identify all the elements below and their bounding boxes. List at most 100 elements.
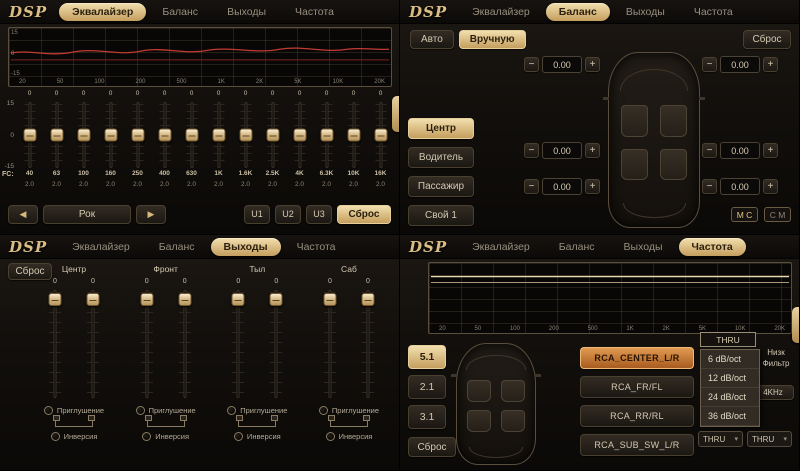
thru-select[interactable]: THRU ▾ (747, 431, 792, 447)
preset-next-button[interactable]: ▶ (136, 205, 166, 224)
decrease-button[interactable]: − (524, 179, 539, 194)
slider-handle[interactable] (104, 129, 117, 142)
slope-option[interactable]: 36 dB/oct (701, 407, 759, 426)
slider-handle[interactable] (320, 129, 333, 142)
level-slider[interactable] (360, 288, 376, 400)
band-slider[interactable] (313, 100, 340, 170)
level-slider[interactable] (177, 288, 193, 400)
preset-button[interactable]: Рок (43, 205, 131, 224)
tab[interactable]: Выходы (211, 238, 281, 256)
tab[interactable]: Баланс (546, 238, 608, 256)
increase-button[interactable]: + (585, 143, 600, 158)
inversion-toggle[interactable]: Инверсия (326, 430, 373, 443)
band-slider[interactable] (16, 100, 43, 170)
band-slider[interactable] (97, 100, 124, 170)
slider-handle[interactable] (87, 293, 100, 306)
slider-handle[interactable] (232, 293, 245, 306)
slider-handle[interactable] (49, 293, 62, 306)
slider-handle[interactable] (374, 129, 387, 142)
slider-handle[interactable] (323, 293, 336, 306)
decrease-button[interactable]: − (702, 57, 717, 72)
decrease-button[interactable]: − (702, 143, 717, 158)
inversion-toggle[interactable]: Инверсия (234, 430, 281, 443)
slope-option[interactable]: 12 dB/oct (701, 369, 759, 388)
slider-handle[interactable] (293, 129, 306, 142)
level-slider[interactable] (47, 288, 63, 400)
band-slider[interactable] (124, 100, 151, 170)
user-memory-button[interactable]: U2 (275, 205, 301, 224)
tab[interactable]: Частота (284, 238, 349, 256)
slider-handle[interactable] (77, 129, 90, 142)
slider-handle[interactable] (270, 293, 283, 306)
slider-handle[interactable] (50, 129, 63, 142)
increase-button[interactable]: + (585, 179, 600, 194)
slider-handle[interactable] (23, 129, 36, 142)
tab[interactable]: Эквалайзер (59, 238, 143, 256)
eq-reset-button[interactable]: Сброс (337, 205, 391, 224)
slider-handle[interactable] (131, 129, 144, 142)
channel-link-icon[interactable] (147, 419, 185, 427)
band-slider[interactable] (43, 100, 70, 170)
band-slider[interactable] (70, 100, 97, 170)
level-slider[interactable] (268, 288, 284, 400)
speaker-mode-button[interactable]: 2.1 (408, 375, 446, 399)
band-slider[interactable] (286, 100, 313, 170)
decrease-button[interactable]: − (702, 179, 717, 194)
band-slider[interactable] (367, 100, 394, 170)
level-slider[interactable] (85, 288, 101, 400)
band-slider[interactable] (259, 100, 286, 170)
user-memory-button[interactable]: U1 (244, 205, 270, 224)
slider-handle[interactable] (185, 129, 198, 142)
slope-dropdown-selected[interactable]: THRU (700, 332, 756, 347)
increase-button[interactable]: + (763, 143, 778, 158)
slider-handle[interactable] (361, 293, 374, 306)
tab[interactable]: Эквалайзер (59, 3, 146, 21)
band-slider[interactable] (232, 100, 259, 170)
rca-channel-button[interactable]: RCA_CENTER_L/R (580, 347, 694, 369)
channel-link-icon[interactable] (55, 419, 93, 427)
inversion-toggle[interactable]: Инверсия (51, 430, 98, 443)
tab[interactable]: Выходы (611, 238, 676, 256)
decrease-button[interactable]: − (524, 143, 539, 158)
band-slider[interactable] (340, 100, 367, 170)
tab[interactable]: Баланс (149, 3, 211, 21)
preset-prev-button[interactable]: ◀ (8, 205, 38, 224)
cm-toggle[interactable]: C M (764, 207, 791, 222)
drawer-handle[interactable] (792, 307, 800, 343)
band-slider[interactable] (151, 100, 178, 170)
increase-button[interactable]: + (763, 179, 778, 194)
level-slider[interactable] (139, 288, 155, 400)
slider-handle[interactable] (140, 293, 153, 306)
level-slider[interactable] (230, 288, 246, 400)
rca-channel-button[interactable]: RCA_SUB_SW_L/R (580, 434, 694, 456)
slider-handle[interactable] (347, 129, 360, 142)
level-slider[interactable] (322, 288, 338, 400)
tab[interactable]: Эквалайзер (459, 238, 543, 256)
speaker-mode-button[interactable]: 3.1 (408, 405, 446, 429)
tab[interactable]: Баланс (146, 238, 208, 256)
slider-handle[interactable] (212, 129, 225, 142)
channel-link-icon[interactable] (238, 419, 276, 427)
slider-handle[interactable] (239, 129, 252, 142)
slider-handle[interactable] (178, 293, 191, 306)
tab[interactable]: Частота (679, 238, 746, 256)
freq-reset-button[interactable]: Сброс (408, 437, 456, 457)
tab[interactable]: Выходы (214, 3, 279, 21)
slope-option[interactable]: 6 dB/oct (701, 350, 759, 369)
tab[interactable]: Частота (282, 3, 347, 21)
speaker-mode-button[interactable]: 5.1 (408, 345, 446, 369)
decrease-button[interactable]: − (524, 57, 539, 72)
channel-link-icon[interactable] (330, 419, 368, 427)
increase-button[interactable]: + (585, 57, 600, 72)
band-slider[interactable] (205, 100, 232, 170)
band-slider[interactable] (178, 100, 205, 170)
rca-channel-button[interactable]: RCA_RR/RL (580, 405, 694, 427)
slope-option[interactable]: 24 dB/oct (701, 388, 759, 407)
slider-handle[interactable] (158, 129, 171, 142)
thru-select[interactable]: THRU ▾ (698, 431, 743, 447)
user-memory-button[interactable]: U3 (306, 205, 332, 224)
rca-channel-button[interactable]: RCA_FR/FL (580, 376, 694, 398)
drawer-handle[interactable] (392, 96, 400, 132)
inversion-toggle[interactable]: Инверсия (142, 430, 189, 443)
slider-handle[interactable] (266, 129, 279, 142)
